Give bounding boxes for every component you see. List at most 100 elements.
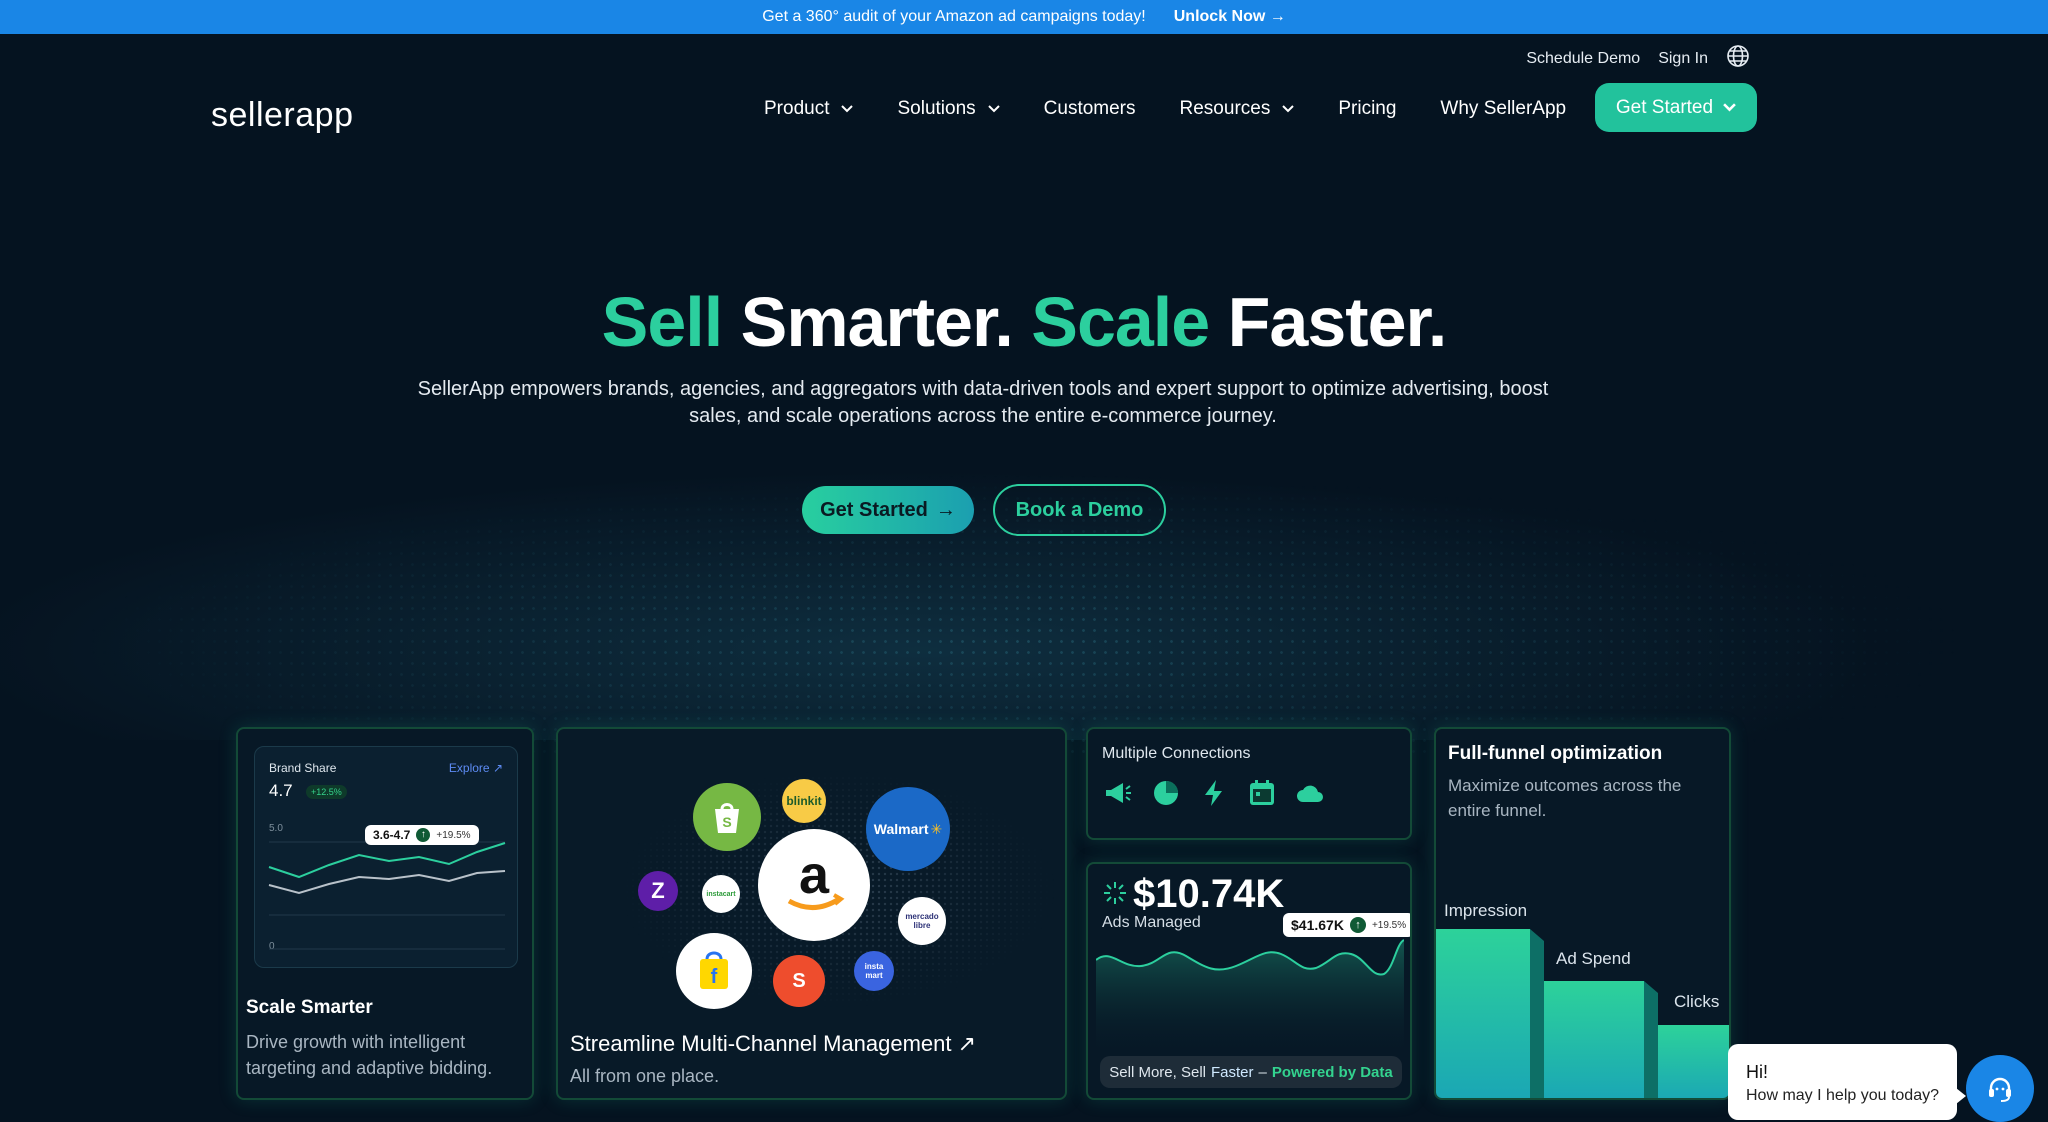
full-funnel-card[interactable]: Full-funnel optimization Maximize outcom… xyxy=(1434,727,1731,1100)
arrow-up-icon: ↑ xyxy=(1349,917,1366,933)
brand-share-chart xyxy=(268,841,506,950)
hero-cta-label: Get Started xyxy=(820,498,928,521)
nav-item-solutions[interactable]: Solutions xyxy=(897,98,1000,120)
ads-area-chart xyxy=(1096,939,1404,1058)
chat-bubble-tail xyxy=(1956,1088,1966,1104)
nav-label: Resources xyxy=(1179,98,1271,119)
mercado-libre-logo: mercado libre xyxy=(898,897,946,945)
hero-get-started-button[interactable]: Get Started → xyxy=(802,486,974,534)
chat-launcher-button[interactable] xyxy=(1966,1055,2034,1122)
shopify-logo: S xyxy=(693,783,761,851)
funnel-stage-label: Impression xyxy=(1444,901,1528,920)
chevron-down-icon xyxy=(987,105,1000,113)
ads-tooltip: $41.67K ↑ +19.5% xyxy=(1283,913,1410,937)
series-line-teal xyxy=(268,842,506,879)
nav-label: Product xyxy=(764,98,830,119)
funnel-bar-clicks xyxy=(1658,1025,1729,1098)
hero-subtitle: SellerApp empowers brands, agencies, and… xyxy=(417,378,1549,427)
funnel-desc: Maximize outcomes across the entire funn… xyxy=(1448,776,1682,820)
funnel-connector xyxy=(1530,929,1544,1098)
funnel-bar-ad-spend xyxy=(1544,981,1644,1098)
shopee-logo: S xyxy=(773,955,825,1007)
arrow-right-icon: → xyxy=(1269,8,1286,25)
calendar-icon xyxy=(1250,780,1274,805)
main-nav: Product Solutions Customers Resources Pr… xyxy=(764,98,1566,120)
chevron-down-icon xyxy=(841,105,854,113)
schedule-demo-link[interactable]: Schedule Demo xyxy=(1526,50,1640,68)
nav-item-product[interactable]: Product xyxy=(764,98,854,120)
nav-label: Pricing xyxy=(1338,98,1397,119)
nav-item-customers[interactable]: Customers xyxy=(1044,98,1136,120)
walmart-logo: Walmart ✳ xyxy=(866,787,950,871)
arrow-up-icon: ↑ xyxy=(416,828,431,842)
instamart-logo: insta mart xyxy=(854,951,894,991)
chevron-down-icon xyxy=(1723,103,1736,112)
footer-faster: Faster xyxy=(1210,1063,1254,1081)
headline-word-smarter: Smarter. xyxy=(740,283,1014,361)
connections-card[interactable]: Multiple Connections xyxy=(1086,727,1412,840)
nav-cta-label: Get Started xyxy=(1615,96,1714,118)
instacart-logo: instacart xyxy=(702,875,740,913)
promo-text: Get a 360° audit of your Amazon ad campa… xyxy=(762,8,1146,25)
promo-bar: Get a 360° audit of your Amazon ad campa… xyxy=(0,0,2048,34)
chat-greeting: Hi! xyxy=(1746,1062,1768,1082)
sparkle-icon xyxy=(1104,882,1126,904)
headline-word-scale: Scale xyxy=(1031,283,1210,361)
cloud-icon xyxy=(1297,785,1323,802)
nav-item-resources[interactable]: Resources xyxy=(1180,98,1295,120)
tooltip-change: +19.5% xyxy=(436,829,471,841)
tooltip-range: 3.6-4.7 xyxy=(373,828,411,842)
card-description: Drive growth with intelligent targeting … xyxy=(246,1032,493,1078)
svg-text:a: a xyxy=(799,853,830,905)
connections-icons xyxy=(1102,777,1326,809)
ads-managed-label: Ads Managed xyxy=(1102,914,1201,931)
multichannel-title: Streamline Multi-Channel Management ↗ xyxy=(570,1031,976,1057)
logo[interactable]: sellerapp xyxy=(211,96,353,135)
utility-nav: Schedule Demo Sign In xyxy=(1526,44,1750,73)
ads-tooltip-value: $41.67K xyxy=(1291,917,1344,933)
scale-smarter-card[interactable]: Brand Share 4.7 +12.5% Explore ↗ 5.0 0 3… xyxy=(236,727,534,1100)
shopify-bag-icon: S xyxy=(715,803,739,833)
pie-chart-icon xyxy=(1154,781,1178,805)
unlock-now-link[interactable]: Unlock Now → xyxy=(1174,8,1286,26)
nav-label: Customers xyxy=(1043,98,1136,119)
svg-text:f: f xyxy=(711,966,718,988)
brand-share-widget: Brand Share 4.7 +12.5% Explore ↗ 5.0 0 3… xyxy=(254,746,518,968)
footer-powered: Powered by Data xyxy=(1271,1063,1393,1081)
blinkit-logo: blinkit xyxy=(782,779,826,823)
hero-headline: Sell Smarter. Scale Faster. xyxy=(0,282,2048,362)
lightning-icon xyxy=(1205,780,1222,806)
megaphone-icon xyxy=(1106,783,1131,803)
unlock-now-label: Unlock Now xyxy=(1173,8,1266,25)
headset-icon xyxy=(1989,1077,2011,1102)
funnel-title: Full-funnel optimization xyxy=(1448,743,1663,764)
multichannel-desc: All from one place. xyxy=(570,1066,720,1086)
nav-label: Solutions xyxy=(897,98,976,119)
card-title: Scale Smarter xyxy=(246,997,373,1018)
svg-text:S: S xyxy=(722,814,731,830)
nav-item-why-sellerapp[interactable]: Why SellerApp xyxy=(1440,98,1566,120)
ads-tooltip-change: +19.5% xyxy=(1371,919,1407,931)
footer-dash: – xyxy=(1258,1063,1267,1081)
connections-title: Multiple Connections xyxy=(1102,745,1251,762)
nav-item-pricing[interactable]: Pricing xyxy=(1338,98,1396,120)
multichannel-card[interactable]: S blinkit Walmart ✳ a Z instacart mercado… xyxy=(556,727,1067,1100)
sign-in-link[interactable]: Sign In xyxy=(1658,50,1708,68)
arrow-up-right-icon: ↗ xyxy=(957,1031,977,1056)
arrow-right-icon: → xyxy=(935,498,956,521)
amazon-logo: a xyxy=(758,829,870,941)
funnel-chart xyxy=(1436,929,1729,1098)
chat-greeting-bubble[interactable]: Hi! How may I help you today? xyxy=(1728,1044,1957,1120)
ads-managed-card[interactable]: $10.74K Ads Managed $41.67K ↑ +19.5% Sel… xyxy=(1086,862,1412,1100)
brand-share-tooltip: 3.6-4.7 ↑ +19.5% xyxy=(365,825,479,845)
flipkart-logo: f xyxy=(676,933,752,1009)
funnel-bar-impression xyxy=(1436,929,1530,1098)
funnel-connector xyxy=(1644,981,1658,1098)
zepto-logo: Z xyxy=(638,871,678,911)
chat-prompt: How may I help you today? xyxy=(1746,1087,1939,1104)
globe-icon[interactable] xyxy=(1726,44,1750,73)
multichannel-title-text: Streamline Multi-Channel Management xyxy=(570,1031,952,1056)
nav-label: Why SellerApp xyxy=(1440,98,1567,119)
book-demo-button[interactable]: Book a Demo xyxy=(993,484,1166,536)
nav-get-started-button[interactable]: Get Started xyxy=(1595,83,1757,132)
